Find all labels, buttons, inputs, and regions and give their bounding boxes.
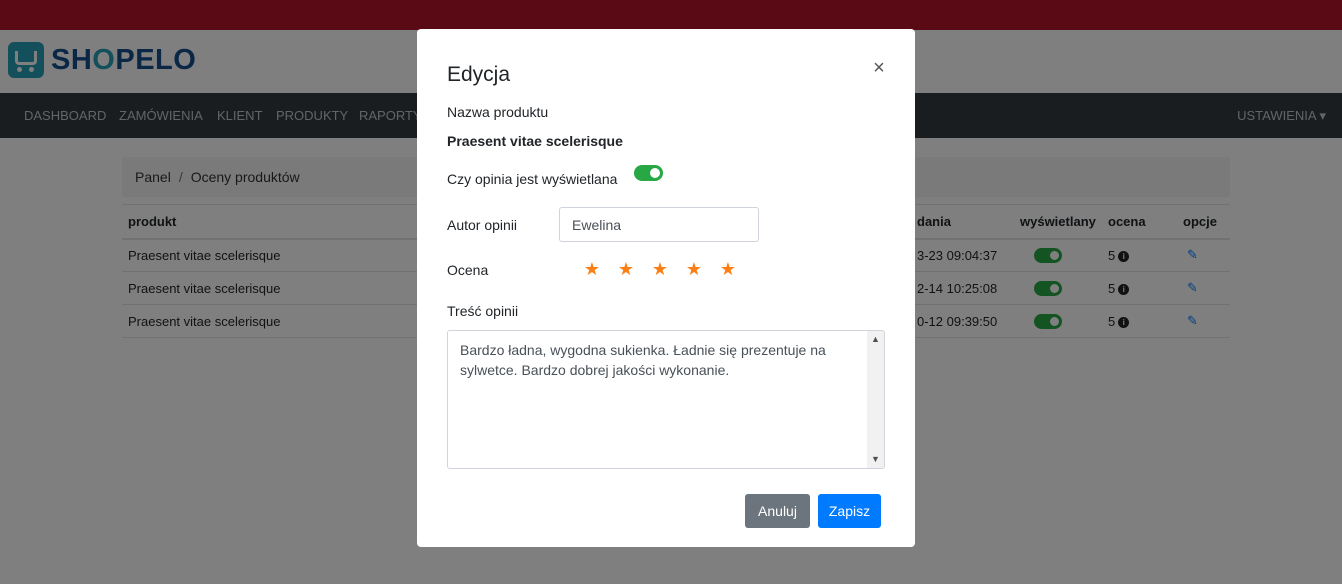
- scroll-up-icon[interactable]: ▲: [867, 332, 884, 347]
- star-icon[interactable]: ★: [719, 260, 737, 278]
- author-input[interactable]: [559, 207, 759, 242]
- displayed-label: Czy opinia jest wyświetlana: [447, 171, 618, 187]
- star-icon[interactable]: ★: [685, 260, 703, 278]
- star-icon[interactable]: ★: [617, 260, 635, 278]
- edit-review-modal: Edycja × Nazwa produktu Praesent vitae s…: [417, 29, 915, 547]
- content-textarea-wrapper: Bardzo ładna, wygodna sukienka. Ładnie s…: [447, 330, 885, 469]
- product-label: Nazwa produktu: [447, 104, 549, 120]
- cancel-button[interactable]: Anuluj: [745, 494, 810, 528]
- author-label: Autor opinii: [447, 217, 518, 233]
- save-button[interactable]: Zapisz: [818, 494, 881, 528]
- rating-label: Ocena: [447, 262, 489, 278]
- rating-stars: ★ ★ ★ ★ ★: [583, 260, 753, 278]
- textarea-scrollbar[interactable]: ▲ ▼: [867, 331, 884, 468]
- product-name: Praesent vitae scelerisque: [447, 133, 623, 149]
- modal-title: Edycja: [447, 63, 511, 86]
- scroll-down-icon[interactable]: ▼: [867, 452, 884, 467]
- content-label: Treść opinii: [447, 303, 519, 319]
- star-icon[interactable]: ★: [651, 260, 669, 278]
- close-icon[interactable]: ×: [869, 57, 889, 79]
- displayed-toggle[interactable]: [634, 165, 663, 181]
- star-icon[interactable]: ★: [583, 260, 601, 278]
- content-textarea[interactable]: Bardzo ładna, wygodna sukienka. Ładnie s…: [448, 331, 868, 468]
